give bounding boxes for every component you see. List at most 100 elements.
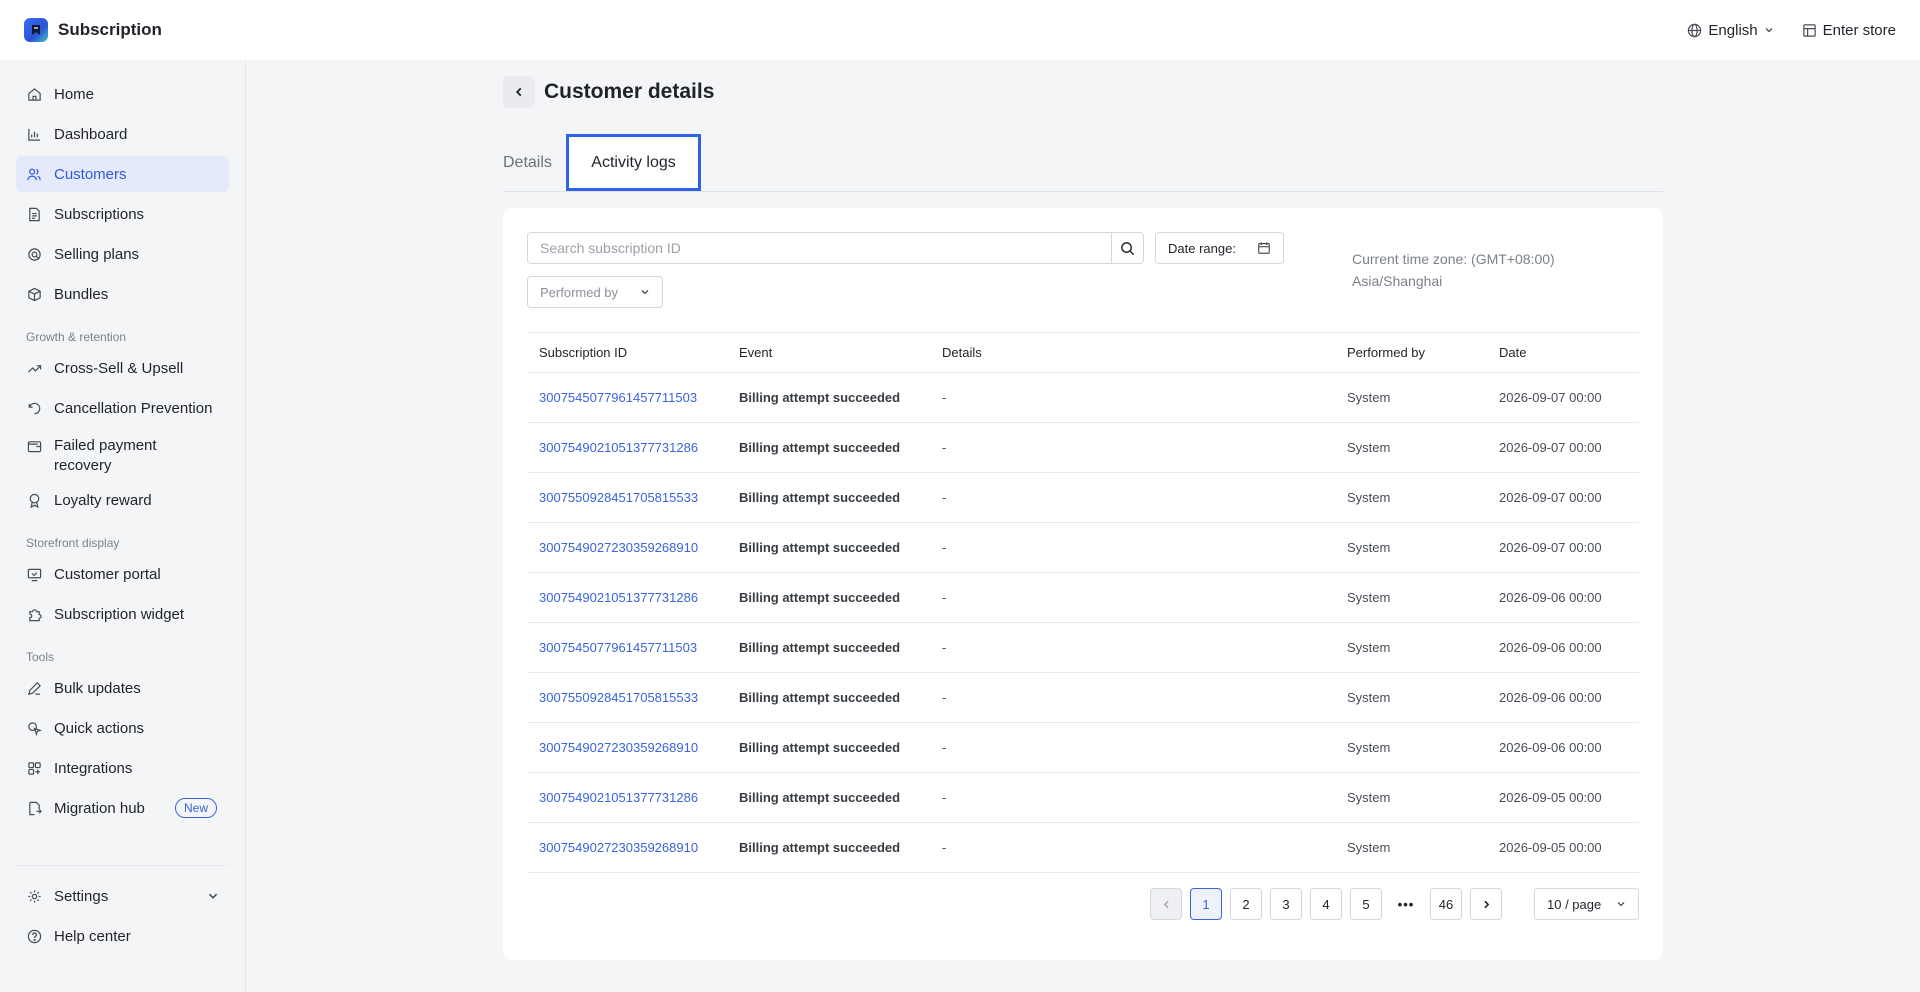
subscription-id-link[interactable]: 3007550928451705815533 — [527, 472, 727, 523]
prev-page-button[interactable] — [1150, 888, 1182, 920]
date-cell: 2026-09-07 00:00 — [1487, 372, 1639, 423]
page-last-button[interactable]: 46 — [1430, 888, 1462, 920]
performed-by-cell: System — [1335, 772, 1487, 823]
performed-by-cell: System — [1335, 522, 1487, 573]
event-cell: Billing attempt succeeded — [727, 472, 930, 523]
event-cell: Billing attempt succeeded — [727, 622, 930, 673]
event-cell: Billing attempt succeeded — [727, 672, 930, 723]
sidebar-item-settings[interactable]: Settings — [16, 878, 229, 914]
back-button[interactable] — [503, 76, 535, 108]
page-2-button[interactable]: 2 — [1230, 888, 1262, 920]
sidebar-item-selling-plans[interactable]: Selling plans — [16, 236, 229, 272]
main-content: Customer details Details Activity logs D… — [247, 60, 1920, 992]
performed-by-filter[interactable]: Performed by — [527, 276, 663, 308]
subscription-id-link[interactable]: 3007549027230359268910 — [527, 722, 727, 773]
table-row: 3007550928451705815533 Billing attempt s… — [527, 472, 1639, 523]
sidebar-item-bundles[interactable]: Bundles — [16, 276, 229, 312]
language-selector[interactable]: English — [1687, 22, 1773, 39]
subscription-id-link[interactable]: 3007549021051377731286 — [527, 572, 727, 623]
date-range-picker[interactable]: Date range: — [1155, 232, 1284, 264]
new-badge: New — [174, 798, 217, 818]
subscription-id-link[interactable]: 3007549027230359268910 — [527, 822, 727, 873]
sidebar-item-label: Settings — [54, 887, 109, 905]
sidebar-item-label: Bundles — [54, 285, 109, 303]
timezone-line2: Asia/Shanghai — [1352, 273, 1443, 289]
home-icon — [26, 86, 42, 102]
search-button[interactable] — [1112, 232, 1144, 264]
subscription-id-link[interactable]: 3007549021051377731286 — [527, 422, 727, 473]
sidebar-item-bulk-updates[interactable]: Bulk updates — [16, 670, 229, 706]
sidebar-item-home[interactable]: Home — [16, 76, 229, 112]
chevron-down-icon — [1765, 28, 1773, 33]
sidebar-item-cancellation-prevention[interactable]: Cancellation Prevention — [16, 390, 229, 426]
page-3-button[interactable]: 3 — [1270, 888, 1302, 920]
page-1-button[interactable]: 1 — [1190, 888, 1222, 920]
page-ellipsis[interactable]: ••• — [1390, 888, 1422, 920]
sidebar: Home Dashboard Customers Subscriptions S… — [0, 60, 246, 992]
table-row: 3007545077961457711503 Billing attempt s… — [527, 622, 1639, 673]
performed-by-cell: System — [1335, 722, 1487, 773]
column-performed-by: Performed by — [1335, 332, 1487, 373]
table-row: 3007550928451705815533 Billing attempt s… — [527, 672, 1639, 723]
monitor-icon — [26, 566, 42, 582]
sidebar-item-help-center[interactable]: Help center — [16, 918, 229, 954]
help-icon — [26, 928, 42, 944]
sidebar-item-customer-portal[interactable]: Customer portal — [16, 556, 229, 592]
date-cell: 2026-09-06 00:00 — [1487, 622, 1639, 673]
search-input[interactable] — [527, 232, 1112, 264]
section-label-tools: Tools — [26, 650, 55, 664]
performed-by-cell: System — [1335, 472, 1487, 523]
grid-icon — [26, 760, 42, 776]
event-cell: Billing attempt succeeded — [727, 422, 930, 473]
table-row: 3007549021051377731286 Billing attempt s… — [527, 422, 1639, 473]
subscription-id-link[interactable]: 3007545077961457711503 — [527, 372, 727, 423]
event-cell: Billing attempt succeeded — [727, 822, 930, 873]
sidebar-item-label: Cancellation Prevention — [54, 399, 213, 417]
page-4-button[interactable]: 4 — [1310, 888, 1342, 920]
details-cell: - — [930, 472, 1335, 523]
sidebar-item-label: Cross-Sell & Upsell — [54, 359, 184, 377]
tag-icon — [26, 246, 42, 262]
details-cell: - — [930, 722, 1335, 773]
sidebar-item-loyalty-reward[interactable]: Loyalty reward — [16, 482, 229, 518]
sidebar-item-subscriptions[interactable]: Subscriptions — [16, 196, 229, 232]
sidebar-item-label: Home — [54, 85, 95, 103]
subscription-id-link[interactable]: 3007549027230359268910 — [527, 522, 727, 573]
page-header: Customer details — [503, 76, 714, 108]
page-title: Customer details — [544, 80, 715, 103]
next-page-button[interactable] — [1470, 888, 1502, 920]
sidebar-item-cross-sell[interactable]: Cross-Sell & Upsell — [16, 350, 229, 386]
sidebar-item-dashboard[interactable]: Dashboard — [16, 116, 229, 152]
tab-details[interactable]: Details — [503, 134, 552, 192]
details-cell: - — [930, 672, 1335, 723]
bar-chart-icon — [26, 126, 42, 142]
page-5-button[interactable]: 5 — [1350, 888, 1382, 920]
event-cell: Billing attempt succeeded — [727, 372, 930, 423]
details-cell: - — [930, 372, 1335, 423]
sidebar-item-customers[interactable]: Customers — [16, 156, 229, 192]
subscription-id-link[interactable]: 3007550928451705815533 — [527, 672, 727, 723]
sidebar-item-quick-actions[interactable]: Quick actions — [16, 710, 229, 746]
column-subscription-id: Subscription ID — [527, 332, 727, 373]
page-size-select[interactable]: 10 / page — [1534, 888, 1639, 920]
sidebar-item-label: Selling plans — [54, 245, 140, 263]
sidebar-item-label: Migration hub — [54, 799, 145, 817]
sidebar-item-failed-payment-recovery[interactable]: Failed payment recovery — [16, 430, 229, 478]
sidebar-item-integrations[interactable]: Integrations — [16, 750, 229, 786]
wallet-icon — [26, 438, 42, 454]
section-label-growth: Growth & retention — [26, 330, 127, 344]
edit-icon — [26, 680, 42, 696]
timezone-info: Current time zone: (GMT+08:00) Asia/Shan… — [1352, 248, 1592, 292]
tab-activity-logs[interactable]: Activity logs — [566, 134, 701, 191]
sidebar-item-label: Bulk updates — [54, 679, 141, 697]
subscription-id-link[interactable]: 3007549021051377731286 — [527, 772, 727, 823]
app-title: Subscription — [58, 20, 162, 39]
event-cell: Billing attempt succeeded — [727, 772, 930, 823]
performed-by-cell: System — [1335, 572, 1487, 623]
event-cell: Billing attempt succeeded — [727, 572, 930, 623]
sidebar-item-migration-hub[interactable]: Migration hub New — [16, 790, 229, 826]
event-cell: Billing attempt succeeded — [727, 722, 930, 773]
sidebar-item-subscription-widget[interactable]: Subscription widget — [16, 596, 229, 632]
subscription-id-link[interactable]: 3007545077961457711503 — [527, 622, 727, 673]
enter-store-button[interactable]: Enter store — [1802, 22, 1896, 39]
